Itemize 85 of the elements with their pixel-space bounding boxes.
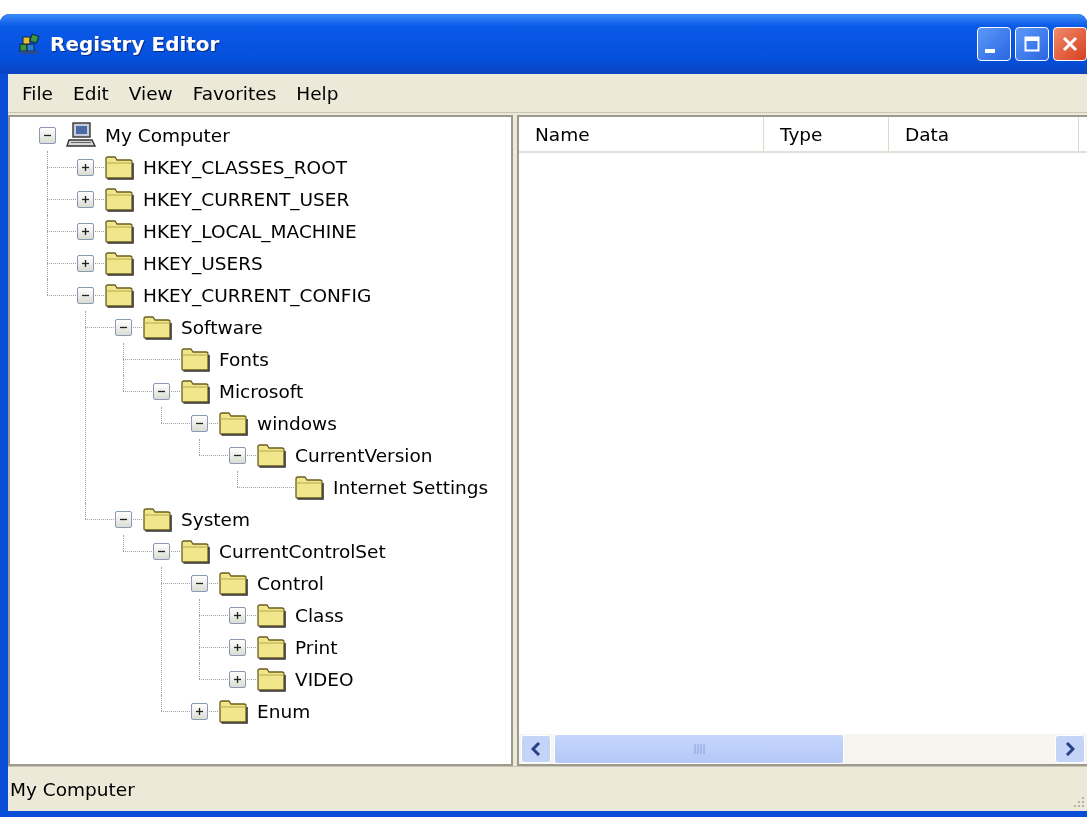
expand-button[interactable] (228, 670, 246, 688)
scrollbar-thumb[interactable] (554, 734, 844, 764)
resize-grip-icon[interactable] (1071, 794, 1085, 808)
folder-icon (256, 602, 286, 628)
collapse-button[interactable] (228, 446, 246, 464)
plus-icon (80, 258, 90, 268)
blocks-icon (18, 32, 42, 56)
collapse-button[interactable] (152, 382, 170, 400)
folder-icon (256, 442, 286, 468)
tree-item[interactable]: Microsoft (218, 378, 305, 404)
tree-item[interactable]: CurrentControlSet (218, 538, 387, 564)
menu-item[interactable]: Edit (62, 80, 119, 106)
expand-button[interactable] (76, 190, 94, 208)
collapse-button[interactable] (76, 286, 94, 304)
collapse-button[interactable] (190, 574, 208, 592)
maximize-button[interactable] (1015, 27, 1049, 61)
expand-button[interactable] (228, 606, 246, 624)
menu-item[interactable]: File (12, 80, 63, 106)
folder-icon (180, 538, 210, 564)
expand-button[interactable] (76, 158, 94, 176)
minimize-button[interactable] (977, 27, 1011, 61)
menu-item[interactable]: Help (286, 80, 349, 106)
folder-icon (256, 666, 286, 692)
collapse-button[interactable] (38, 126, 56, 144)
folder-icon (218, 410, 248, 436)
expand-button[interactable] (76, 254, 94, 272)
tree-item[interactable]: System (180, 506, 251, 532)
horizontal-scrollbar[interactable] (519, 734, 1087, 764)
folder-icon (180, 378, 210, 404)
plus-icon (232, 642, 242, 652)
tree-item[interactable]: Class (294, 602, 345, 628)
tree-item[interactable]: HKEY_LOCAL_MACHINE (142, 218, 358, 244)
plus-icon (80, 194, 90, 204)
tree-item[interactable]: Enum (256, 698, 312, 724)
grip-icon (693, 744, 705, 754)
expand-button[interactable] (76, 222, 94, 240)
scroll-right-button[interactable] (1055, 735, 1085, 763)
window-title: Registry Editor (50, 32, 221, 56)
folder-icon (104, 250, 134, 276)
tree-item[interactable]: Print (294, 634, 339, 660)
expand-button[interactable] (190, 702, 208, 720)
tree-item[interactable]: My Computer (104, 122, 231, 148)
folder-icon (218, 698, 248, 724)
folder-icon (256, 634, 286, 660)
collapse-button[interactable] (152, 542, 170, 560)
expand-button[interactable] (228, 638, 246, 656)
folder-icon (294, 474, 324, 500)
folder-icon (218, 570, 248, 596)
menu-item[interactable]: Favorites (182, 80, 287, 106)
plus-icon (194, 706, 204, 716)
plus-icon (80, 226, 90, 236)
folder-icon (180, 346, 210, 372)
tree-item[interactable]: Software (180, 314, 264, 340)
minimize-icon (985, 49, 995, 53)
tree-item[interactable]: VIDEO (294, 666, 355, 692)
tree-item[interactable]: Control (256, 570, 325, 596)
folder-icon (142, 506, 172, 532)
close-icon (1062, 36, 1078, 52)
column-header[interactable]: Data (889, 117, 1079, 153)
column-header[interactable]: Type (764, 117, 889, 153)
tree-item[interactable]: HKEY_USERS (142, 250, 264, 276)
plus-icon (232, 674, 242, 684)
collapse-button[interactable] (114, 318, 132, 336)
maximize-icon (1024, 36, 1040, 52)
tree-item[interactable]: windows (256, 410, 338, 436)
folder-icon (104, 282, 134, 308)
tree-item[interactable]: Fonts (218, 346, 270, 372)
scroll-left-button[interactable] (521, 735, 551, 763)
collapse-button[interactable] (114, 510, 132, 528)
tree-item[interactable]: Internet Settings (332, 474, 490, 500)
folder-icon (142, 314, 172, 340)
tree-item[interactable]: HKEY_CLASSES_ROOT (142, 154, 349, 180)
tree-item[interactable]: HKEY_CURRENT_USER (142, 186, 351, 212)
tree-item[interactable]: HKEY_CURRENT_CONFIG (142, 282, 373, 308)
close-button[interactable] (1053, 27, 1087, 61)
column-header[interactable]: Name (519, 117, 764, 153)
plus-icon (232, 610, 242, 620)
status-text: My Computer (10, 778, 136, 800)
folder-icon (104, 186, 134, 212)
collapse-button[interactable] (190, 414, 208, 432)
folder-icon (104, 218, 134, 244)
menu-item[interactable]: View (118, 80, 183, 106)
plus-icon (80, 162, 90, 172)
tree-item[interactable]: CurrentVersion (294, 442, 434, 468)
folder-icon (104, 154, 134, 180)
